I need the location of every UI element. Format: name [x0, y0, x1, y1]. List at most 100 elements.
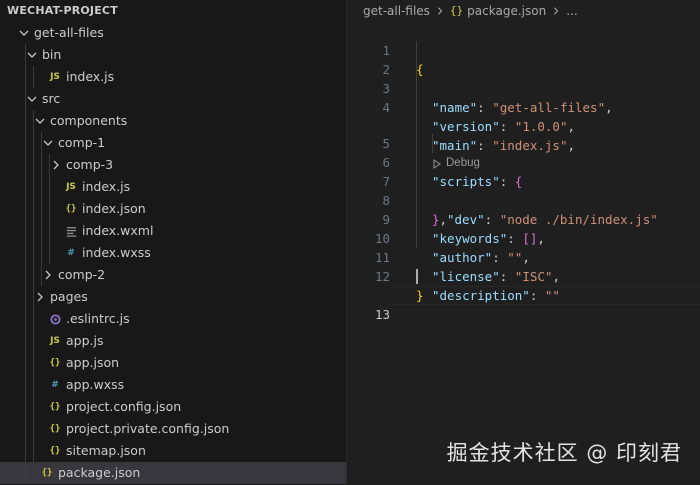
file-item[interactable]: JS index.js	[0, 176, 346, 198]
chevron-down-icon[interactable]	[26, 88, 38, 110]
file-item[interactable]: {} project.config.json	[0, 396, 346, 418]
folder-item[interactable]: comp-1	[0, 132, 346, 154]
file-item[interactable]: # app.wxss	[0, 374, 346, 396]
breadcrumb-more[interactable]: ...	[566, 0, 577, 22]
indent-guide	[41, 176, 42, 198]
folder-label: components	[50, 113, 128, 128]
folder-item[interactable]: get-all-files	[0, 22, 346, 44]
current-line-highlight	[392, 286, 700, 305]
folder-item[interactable]: pages	[0, 286, 346, 308]
code-line: 8 "keywords": [],	[348, 172, 700, 246]
breadcrumb: get-all-files {} package.json ...	[348, 0, 700, 22]
folder-item[interactable]: src	[0, 88, 346, 110]
indent-guide	[33, 198, 34, 220]
folder-item[interactable]: comp-3	[0, 154, 346, 176]
folder-label: src	[42, 91, 61, 106]
file-label: index.json	[82, 201, 146, 216]
line-number: 13	[374, 307, 390, 322]
file-item[interactable]: {} package.json	[0, 462, 346, 484]
file-item[interactable]: {} index.json	[0, 198, 346, 220]
text-cursor	[416, 269, 418, 284]
file-item[interactable]: JS app.js	[0, 330, 346, 352]
explorer-title[interactable]: WECHAT-PROJECT	[0, 0, 346, 22]
css-file-icon: #	[51, 380, 59, 390]
folder-label: comp-1	[58, 135, 106, 150]
eslint-file-icon	[48, 308, 62, 330]
folder-item[interactable]: bin	[0, 44, 346, 66]
json-file-icon: {}	[449, 4, 464, 17]
indent-guide	[25, 440, 26, 462]
code-line: 9 "author": "",	[348, 191, 700, 265]
folder-label: bin	[42, 47, 62, 62]
breadcrumb-folder[interactable]: get-all-files	[363, 0, 430, 22]
file-item[interactable]: {} app.json	[0, 352, 346, 374]
indent-guide	[33, 418, 34, 440]
chevron-down-icon[interactable]	[18, 22, 30, 44]
indent-guide	[33, 374, 34, 396]
chevron-right-icon	[552, 7, 560, 15]
js-file-icon: JS	[66, 182, 76, 192]
indent-guide	[49, 198, 50, 220]
chevron-down-icon[interactable]	[34, 110, 46, 132]
file-label: app.wxss	[66, 377, 125, 392]
chevron-right-icon[interactable]	[34, 286, 46, 308]
chevron-down-icon[interactable]	[26, 44, 38, 66]
js-file-icon: JS	[50, 72, 60, 82]
file-label: .eslintrc.js	[66, 311, 130, 326]
indent-guide	[41, 154, 42, 176]
indent-guide	[25, 66, 26, 88]
code-line: 5 "scripts": {	[348, 115, 700, 189]
file-item[interactable]: JS index.js	[0, 66, 346, 88]
file-tree: get-all-files bin JS index.js src components c…	[0, 22, 346, 484]
explorer-sidebar: WECHAT-PROJECT get-all-files bin JS index.j…	[0, 0, 347, 485]
file-label: index.js	[66, 69, 115, 84]
indent-guide	[25, 132, 26, 154]
file-label: app.json	[66, 355, 120, 370]
indent-guide	[25, 396, 26, 418]
indent-guide	[33, 330, 34, 352]
indent-guide	[25, 286, 26, 308]
file-label: project.config.json	[66, 399, 182, 414]
indent-guide	[25, 374, 26, 396]
chevron-down-icon[interactable]	[42, 132, 54, 154]
indent-guide	[33, 396, 34, 418]
indent-guide	[25, 198, 26, 220]
file-item[interactable]: .eslintrc.js	[0, 308, 346, 330]
folder-item[interactable]: comp-2	[0, 264, 346, 286]
js-file-icon: JS	[50, 336, 60, 346]
file-item[interactable]: # index.wxss	[0, 242, 346, 264]
chevron-right-icon[interactable]	[42, 264, 54, 286]
indent-guide	[33, 154, 34, 176]
indent-guide	[33, 264, 34, 286]
indent-guide	[33, 176, 34, 198]
file-item[interactable]: {} sitemap.json	[0, 440, 346, 462]
chevron-right-icon[interactable]	[50, 154, 62, 176]
chevron-right-icon	[436, 7, 444, 15]
indent-guide	[25, 462, 26, 484]
indent-guide	[49, 220, 50, 242]
folder-label: get-all-files	[34, 25, 104, 40]
json-file-icon: {}	[49, 358, 61, 368]
indent-guide	[41, 198, 42, 220]
code-area[interactable]: 1 { 2 "name": "get-all-files", 3 "versio…	[348, 22, 700, 322]
indent-guide	[33, 242, 34, 264]
file-item[interactable]: index.wxml	[0, 220, 346, 242]
code-line: 1 {	[348, 22, 700, 77]
file-item[interactable]: {} project.private.config.json	[0, 418, 346, 440]
codelens-row: Debug	[348, 98, 700, 169]
breadcrumb-file[interactable]: package.json	[467, 0, 546, 22]
indent-guide	[41, 220, 42, 242]
css-file-icon: #	[67, 248, 75, 258]
indent-guide	[49, 242, 50, 264]
json-file-icon: {}	[49, 424, 61, 434]
folder-label: comp-3	[66, 157, 114, 172]
watermark: 掘金技术社区 @ 印刻君	[446, 441, 682, 465]
json-file-icon: {}	[65, 204, 77, 214]
folder-label: pages	[50, 289, 88, 304]
file-label: index.wxml	[82, 223, 154, 238]
indent-guide	[49, 176, 50, 198]
indent-guide	[25, 352, 26, 374]
folder-item[interactable]: components	[0, 110, 346, 132]
code-line: 2 "name": "get-all-files",	[348, 41, 700, 115]
code-line: 12 }	[348, 248, 700, 303]
